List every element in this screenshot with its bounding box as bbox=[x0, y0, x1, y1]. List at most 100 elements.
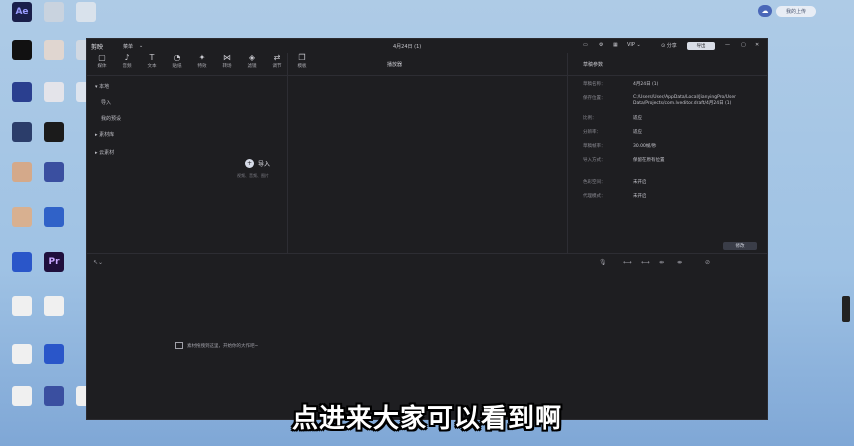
desktop-icon-11[interactable] bbox=[40, 162, 68, 182]
desktop-icon-9[interactable] bbox=[40, 122, 68, 142]
draft-params-title: 草稿参数 bbox=[583, 62, 604, 68]
preview-axis-icon[interactable]: ⇼ bbox=[677, 259, 682, 266]
desktop-icon-15[interactable] bbox=[8, 296, 36, 316]
sidebar-import[interactable]: 导入 bbox=[101, 99, 111, 106]
property-value: 30.00帧/秒 bbox=[633, 144, 657, 149]
divider bbox=[567, 53, 568, 253]
capcut-icon[interactable] bbox=[8, 40, 36, 60]
desktop-icon-2-glyph-icon bbox=[76, 2, 96, 22]
toolbar-label: 模板 bbox=[297, 64, 307, 69]
text-icon: T bbox=[149, 53, 155, 62]
desktop-icon-10[interactable] bbox=[8, 162, 36, 182]
property-value: 未开启 bbox=[633, 180, 647, 185]
vip-icon[interactable]: VIP ⌄ bbox=[627, 42, 641, 48]
minimize-icon[interactable]: — bbox=[725, 42, 730, 48]
after-effects-glyph-icon: Ae bbox=[12, 2, 32, 22]
export-button[interactable]: 导出 bbox=[687, 42, 715, 50]
filter-icon: ◈ bbox=[248, 53, 256, 62]
import-button[interactable]: + 导入 bbox=[245, 159, 270, 168]
sticker-icon: ◔ bbox=[173, 53, 181, 62]
toolbar-effects[interactable]: ✦ 特效 bbox=[191, 53, 213, 69]
toolbar-text[interactable]: T 文本 bbox=[141, 53, 163, 69]
split-icon[interactable]: ⇹ bbox=[659, 259, 664, 266]
audio-icon: ♪ bbox=[124, 53, 130, 62]
link-icon[interactable]: ⟷ bbox=[623, 259, 632, 266]
close-icon[interactable]: ✕ bbox=[755, 42, 759, 48]
toolbar-label: 贴纸 bbox=[172, 64, 182, 69]
maximize-icon[interactable]: ▢ bbox=[741, 42, 746, 48]
desktop-icon-11-glyph-icon bbox=[44, 162, 64, 182]
timeline-hint: 素材拖拽到这里，开始你的大作吧~ bbox=[175, 342, 258, 349]
monitor-icon[interactable]: ▭ bbox=[583, 42, 588, 48]
desktop-icon-5[interactable] bbox=[8, 82, 36, 102]
chevron-down-icon[interactable]: ⌄ bbox=[139, 43, 143, 49]
zoom-icon[interactable]: ⊘ bbox=[705, 259, 710, 266]
toolbar-label: 调节 bbox=[272, 64, 282, 69]
desktop-icon-6[interactable] bbox=[40, 82, 68, 102]
edit-button[interactable]: 修改 bbox=[723, 242, 757, 250]
link-icon-2[interactable]: ⟷ bbox=[641, 259, 650, 266]
cursor-icon[interactable]: ↖⌄ bbox=[93, 259, 103, 266]
premiere-glyph-icon: Pr bbox=[44, 252, 64, 272]
desktop-icon-6-glyph-icon bbox=[44, 82, 64, 102]
sidebar-cloud[interactable]: ▸ 云素材 bbox=[95, 149, 114, 156]
desktop-icon-18[interactable] bbox=[40, 344, 68, 364]
settings-icon[interactable]: ⚙ bbox=[599, 42, 603, 48]
desktop-icon-15-glyph-icon bbox=[12, 296, 32, 316]
desktop-icon-3[interactable] bbox=[40, 40, 68, 60]
desktop-icon-3-glyph-icon bbox=[44, 40, 64, 60]
desktop-icon-8-glyph-icon bbox=[12, 122, 32, 142]
property-label: 比例： bbox=[583, 116, 597, 121]
transition-icon: ⋈ bbox=[223, 53, 231, 62]
sidebar-library[interactable]: ▸ 素材库 bbox=[95, 131, 114, 138]
desktop-icon-14[interactable] bbox=[8, 252, 36, 272]
cloud-icon: ☁ bbox=[758, 5, 772, 17]
desktop-icon-16[interactable] bbox=[40, 296, 68, 316]
app-logo[interactable]: 剪映 bbox=[91, 42, 103, 51]
media-icon bbox=[175, 342, 183, 349]
share-icon[interactable]: ⊙ 分享 bbox=[661, 42, 677, 49]
property-value: C:/Users/User/AppData/Local/JianyingPro/… bbox=[633, 95, 737, 106]
jianying-window: 剪映 菜单 ⌄ 4月24日 (1) ▭ ⚙ ▦ VIP ⌄ ⊙ 分享 导出 — … bbox=[86, 38, 768, 420]
toolbar-template[interactable]: ❐ 模板 bbox=[291, 53, 313, 69]
desktop-icon-18-glyph-icon bbox=[44, 344, 64, 364]
sidebar-local[interactable]: ▾ 本地 bbox=[95, 83, 109, 90]
effects-icon: ✦ bbox=[198, 53, 206, 62]
toolbar-media[interactable]: ▢ 媒体 bbox=[91, 53, 113, 69]
property-value: 适应 bbox=[633, 130, 642, 135]
desktop-icon-12[interactable] bbox=[8, 207, 36, 227]
toolbar-sticker[interactable]: ◔ 贴纸 bbox=[166, 53, 188, 69]
timeline-hint-text: 素材拖拽到这里，开始你的大作吧~ bbox=[187, 343, 259, 349]
toolbar-label: 转场 bbox=[222, 64, 232, 69]
import-hint: 视频、音频、图片 bbox=[237, 173, 269, 178]
desktop-icon-17[interactable] bbox=[8, 344, 36, 364]
sidebar-presets[interactable]: 我的预设 bbox=[101, 115, 121, 122]
import-label: 导入 bbox=[258, 161, 271, 168]
toolbar-adjust[interactable]: ⇄ 调节 bbox=[266, 53, 288, 69]
scroll-handle[interactable] bbox=[842, 296, 850, 322]
toolbar-label: 文本 bbox=[147, 64, 157, 69]
layout-icon[interactable]: ▦ bbox=[613, 42, 618, 48]
microphone-icon[interactable]: 🎙 bbox=[599, 259, 607, 266]
toolbar-label: 音频 bbox=[122, 64, 132, 69]
after-effects-icon[interactable]: Ae bbox=[8, 2, 36, 22]
desktop-icon-2[interactable] bbox=[72, 2, 100, 22]
toolbar-audio[interactable]: ♪ 音频 bbox=[116, 53, 138, 69]
menu-button[interactable]: 菜单 bbox=[123, 43, 133, 50]
property-value: 保留在原有位置 bbox=[633, 158, 665, 163]
property-value: 适应 bbox=[633, 116, 642, 121]
property-value: 4月24日 (1) bbox=[633, 82, 659, 87]
desktop-icon-1-glyph-icon bbox=[44, 2, 64, 22]
desktop-icon-8[interactable] bbox=[8, 122, 36, 142]
premiere-icon[interactable]: Pr bbox=[40, 252, 68, 272]
desktop-icon-1[interactable] bbox=[40, 2, 68, 22]
property-value: 未开启 bbox=[633, 194, 647, 199]
property-label: 保存位置： bbox=[583, 96, 606, 101]
desktop-icon-5-glyph-icon bbox=[12, 82, 32, 102]
upload-widget[interactable]: ☁ 我的上传 bbox=[758, 5, 817, 17]
toolbar-filter[interactable]: ◈ 滤镜 bbox=[241, 53, 263, 69]
toolbar-transition[interactable]: ⋈ 转场 bbox=[216, 53, 238, 69]
my-upload-button[interactable]: 我的上传 bbox=[776, 5, 817, 17]
desktop-icon-13[interactable] bbox=[40, 207, 68, 227]
desktop-icon-10-glyph-icon bbox=[12, 162, 32, 182]
